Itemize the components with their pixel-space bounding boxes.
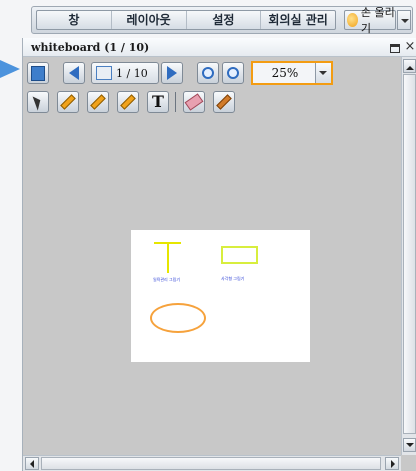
highlighter-tool-button[interactable] — [87, 91, 109, 113]
zoom-value: 25% — [271, 66, 299, 80]
menu-item-room-management[interactable]: 회의실 관리 — [261, 11, 335, 29]
horizontal-scroll-thumb[interactable] — [41, 457, 381, 470]
toolbar-separator — [175, 92, 176, 112]
text-icon: T — [152, 92, 164, 111]
panel-title: whiteboard (1 / 10) — [31, 41, 150, 54]
scroll-down-icon[interactable] — [403, 438, 416, 452]
canvas-label-right: 사각형 그림기 — [221, 276, 245, 281]
eraser-icon — [184, 93, 204, 111]
chevron-down-icon[interactable] — [315, 63, 331, 83]
top-menubar: 창 레이아웃 설정 회의실 관리 손 올리기 — [31, 6, 413, 35]
zoom-select[interactable]: 25% — [251, 61, 333, 85]
drawn-rectangle — [221, 246, 258, 264]
callout-arrow-tail — [0, 66, 6, 72]
page-indicator-text: 1 / 10 — [116, 66, 148, 80]
hand-icon — [347, 13, 358, 27]
next-page-button[interactable] — [161, 62, 183, 84]
pen-tool-button[interactable] — [57, 91, 79, 113]
menu-item-layout[interactable]: 레이아웃 — [112, 11, 187, 29]
close-icon[interactable]: × — [404, 40, 416, 53]
canvas-label-left: 일욕관리 그림기 — [153, 277, 181, 282]
menu-item-settings[interactable]: 설정 — [187, 11, 262, 29]
zoom-in-icon — [227, 67, 239, 79]
whiteboard-canvas[interactable]: 일욕관리 그림기 사각형 그림기 — [131, 230, 310, 362]
panel-titlebar: whiteboard (1 / 10) × — [23, 38, 416, 57]
next-page-icon — [167, 66, 177, 80]
zoom-out-icon — [202, 67, 214, 79]
whiteboard-toolbar: 1 / 10 25% T — [23, 57, 401, 119]
raise-hand-label: 손 올리기 — [360, 6, 395, 35]
text-tool-button[interactable]: T — [147, 91, 169, 113]
whiteboard-panel: whiteboard (1 / 10) × 1 / 10 25% T 일욕관리 … — [22, 38, 416, 471]
raise-hand-dropdown[interactable] — [397, 10, 411, 30]
page-icon — [96, 66, 112, 80]
scroll-left-icon[interactable] — [25, 457, 39, 470]
drawn-ellipse — [150, 303, 206, 333]
brush-icon — [216, 94, 232, 110]
scroll-right-icon[interactable] — [385, 457, 399, 470]
raise-hand-button[interactable]: 손 올리기 — [344, 6, 396, 35]
line-tool-button[interactable] — [117, 91, 139, 113]
document-button[interactable] — [27, 62, 49, 84]
eraser-tool-button[interactable] — [183, 91, 205, 113]
highlighter-icon — [90, 94, 106, 110]
document-icon — [31, 65, 45, 81]
vertical-scrollbar[interactable] — [401, 57, 416, 455]
drawn-t-shape-stem — [167, 242, 169, 273]
pen-icon — [60, 94, 76, 110]
horizontal-scrollbar[interactable] — [23, 455, 401, 471]
brush-tool-button[interactable] — [213, 91, 235, 113]
page-indicator[interactable]: 1 / 10 — [91, 62, 159, 84]
line-icon — [120, 94, 136, 110]
vertical-scroll-thumb[interactable] — [403, 74, 416, 434]
select-tool-button[interactable] — [27, 91, 49, 113]
scroll-up-icon[interactable] — [403, 59, 416, 73]
prev-page-icon — [69, 66, 79, 80]
menu-item-window[interactable]: 창 — [37, 11, 112, 29]
menu-tabs: 창 레이아웃 설정 회의실 관리 — [36, 10, 336, 30]
maximize-icon[interactable] — [389, 41, 401, 53]
prev-page-button[interactable] — [63, 62, 85, 84]
zoom-out-button[interactable] — [197, 62, 219, 84]
zoom-in-button[interactable] — [222, 62, 244, 84]
arrow-pointer-icon — [32, 93, 44, 111]
